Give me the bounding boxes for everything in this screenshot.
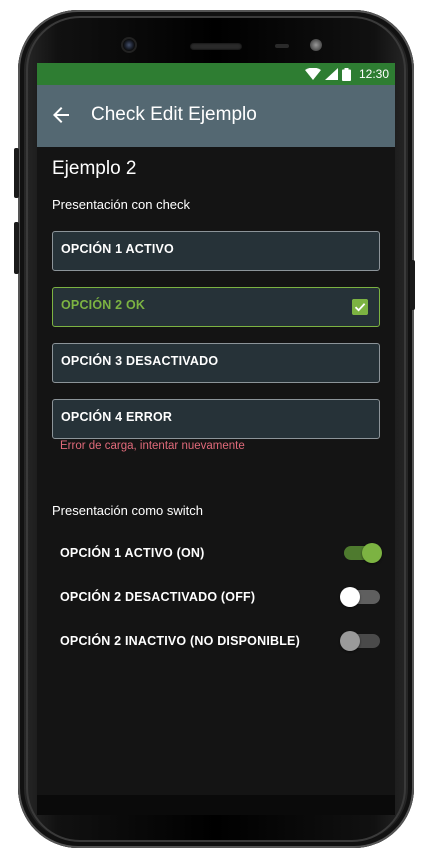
check-section-title: Presentación con check [52,197,191,212]
option-2-ok[interactable]: OPCIÓN 2 OK [52,287,380,327]
option-label: OPCIÓN 2 OK [61,298,146,312]
switch-label: OPCIÓN 2 DESACTIVADO (OFF) [60,590,256,604]
volume-button [14,148,19,198]
switch-row-1[interactable]: OPCIÓN 1 ACTIVO (ON) [52,540,382,568]
status-time: 12:30 [358,67,389,81]
earpiece [190,43,242,50]
arrow-left-icon[interactable] [49,103,73,127]
front-camera-icon [121,37,137,53]
switch-label: OPCIÓN 1 ACTIVO (ON) [60,546,205,560]
option-1-active[interactable]: OPCIÓN 1 ACTIVO [52,231,380,271]
option-label: OPCIÓN 1 ACTIVO [61,242,174,256]
power-button-left [14,222,19,274]
app-bar: Check Edit Ejemplo [37,85,395,147]
switch-thumb [340,631,360,651]
switch-row-3: OPCIÓN 2 INACTIVO (NO DISPONIBLE) [52,628,380,656]
switch-thumb [340,587,360,607]
proximity-sensor [275,44,289,48]
toggle-switch-disabled [340,631,380,651]
option-4-error[interactable]: OPCIÓN 4 ERROR [52,399,380,439]
light-sensor [310,39,322,51]
side-button-right [410,260,415,310]
toggle-switch-off[interactable] [340,587,380,607]
switch-row-2[interactable]: OPCIÓN 2 DESACTIVADO (OFF) [52,584,380,612]
wifi-icon [304,68,321,80]
switch-thumb [362,543,382,563]
status-bar: 12:30 [37,63,395,85]
checkbox-checked-icon[interactable] [352,299,368,315]
option-label: OPCIÓN 3 DESACTIVADO [61,354,219,368]
signal-icon [324,68,338,80]
bottom-bezel [37,795,395,815]
option-label: OPCIÓN 4 ERROR [61,410,173,424]
screen: 12:30 Check Edit Ejemplo Ejemplo 2 Prese… [37,63,395,795]
battery-icon [341,67,351,81]
toggle-switch-on[interactable] [344,543,382,563]
switch-section-title: Presentación como switch [52,503,204,518]
error-message: Error de carga, intentar nuevamente [60,440,245,452]
status-icons: 12:30 [304,65,389,83]
option-3-disabled[interactable]: OPCIÓN 3 DESACTIVADO [52,343,380,383]
switch-label: OPCIÓN 2 INACTIVO (NO DISPONIBLE) [60,634,300,648]
app-title: Check Edit Ejemplo [91,104,257,125]
page-heading: Ejemplo 2 [52,158,137,179]
